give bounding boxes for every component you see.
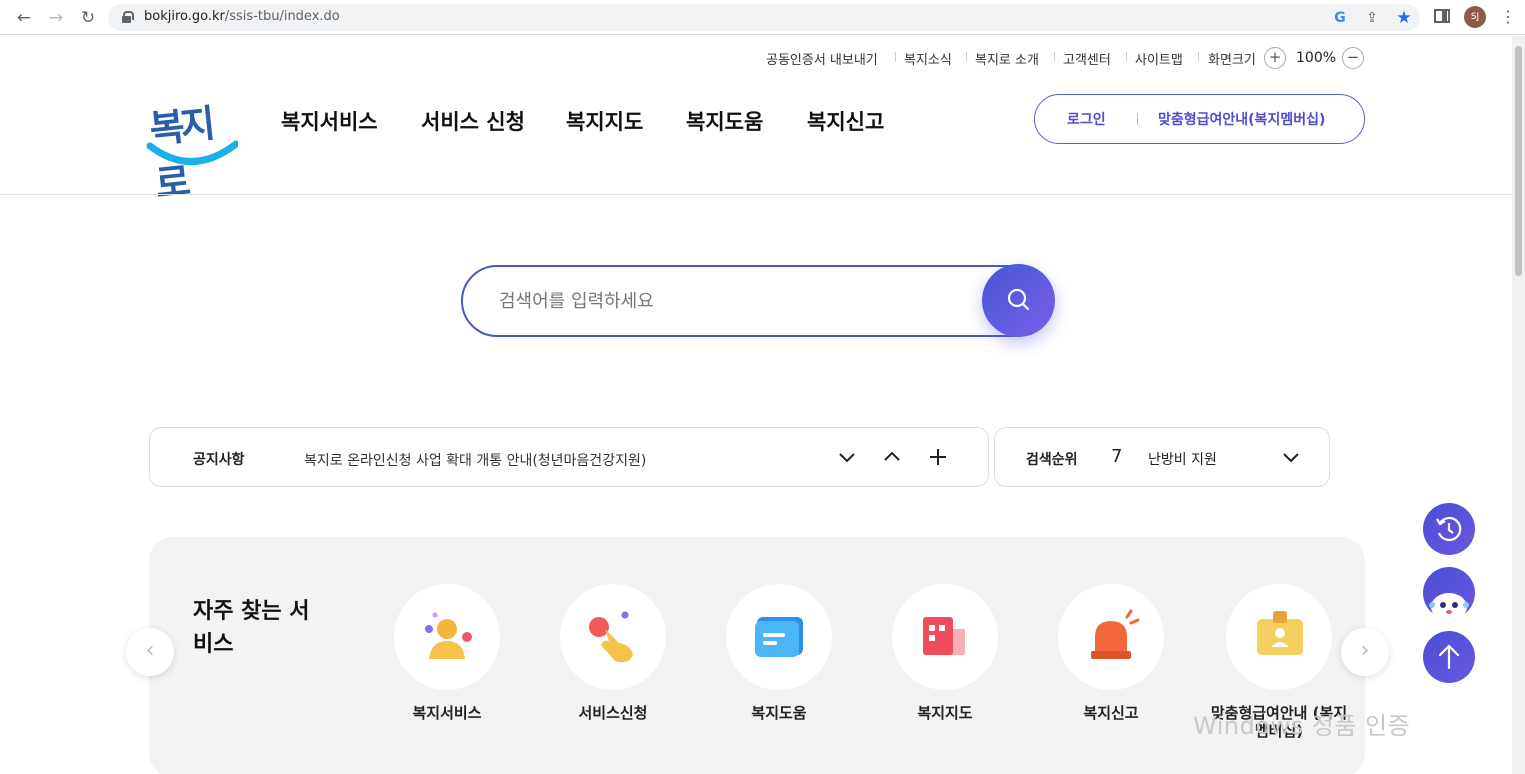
person-icon <box>425 612 472 659</box>
login-box: 로그인 맞춤형급여안내(복지멤버십) <box>1034 94 1365 144</box>
back-arrow-icon[interactable]: ← <box>13 7 35 29</box>
service-label: 복지서비스 <box>412 704 482 722</box>
gnb-welfare-report[interactable]: 복지신고 <box>807 106 884 136</box>
util-cert-export[interactable]: 공동인증서 내보내기 <box>766 49 878 68</box>
search-rank-keyword[interactable]: 난방비 지원 <box>1148 449 1217 469</box>
membership-button[interactable]: 맞춤형급여안내(복지멤버십) <box>1158 109 1325 129</box>
service-welfare-service[interactable]: 복지서비스 <box>372 584 522 744</box>
next-arrow-button[interactable]: › <box>1341 628 1389 676</box>
chevron-up-icon[interactable] <box>881 446 903 468</box>
notice-bar: 공지사항 복지로 온라인신청 사업 확대 개통 안내(청년마음건강지원) <box>149 427 989 487</box>
url-path: /ssis-tbu/index.do <box>224 9 340 24</box>
service-label: 복지신고 <box>1083 704 1139 722</box>
service-icon-circle <box>394 584 500 690</box>
util-screen-size-label: 화면크기 <box>1208 53 1256 68</box>
search-input[interactable] <box>499 286 959 316</box>
service-label: 복지지도 <box>917 704 973 722</box>
frequent-services-title: 자주 찾는 서비스 <box>193 599 310 657</box>
service-welfare-map[interactable]: 복지지도 <box>870 584 1020 744</box>
history-icon <box>1436 516 1462 542</box>
service-welfare-help[interactable]: 복지도움 <box>704 584 854 744</box>
windows-activation-watermark: Windows 정품 인증 <box>1193 712 1411 740</box>
notice-text[interactable]: 복지로 온라인신청 사업 확대 개통 안내(청년마음건강지원) <box>304 450 646 470</box>
bokjiro-logo[interactable]: 복지로 <box>146 92 242 206</box>
scroll-top-button[interactable] <box>1423 631 1475 683</box>
arrow-up-icon <box>1438 644 1460 670</box>
service-icon-circle <box>1058 584 1164 690</box>
util-divider <box>966 52 967 62</box>
side-panel-icon[interactable] <box>1434 9 1450 23</box>
service-icon-circle <box>726 584 832 690</box>
id-card-icon <box>1257 611 1303 655</box>
util-news[interactable]: 복지소식 <box>904 49 952 68</box>
header-divider <box>0 194 1512 195</box>
chatbot-button[interactable] <box>1423 567 1475 621</box>
logo-smile-icon <box>146 140 238 165</box>
util-divider <box>1198 52 1199 62</box>
login-button[interactable]: 로그인 <box>1067 109 1106 129</box>
gnb-welfare-service[interactable]: 복지서비스 <box>281 106 378 136</box>
address-bar[interactable]: bokjiro.go.kr/ssis-tbu/index.do G ⇪ ★ <box>108 4 1420 31</box>
chat-bubble-icon <box>755 617 803 657</box>
siren-icon <box>1091 609 1140 659</box>
zoom-in-button[interactable]: + <box>1264 47 1286 69</box>
gnb-service-apply[interactable]: 서비스 신청 <box>421 106 525 136</box>
search-icon <box>1007 288 1030 311</box>
prev-arrow-button[interactable]: ‹ <box>126 628 174 676</box>
search-box <box>461 264 1055 337</box>
util-customer-center[interactable]: 고객센터 <box>1063 49 1111 68</box>
plus-icon[interactable] <box>927 446 949 468</box>
tap-hand-icon <box>589 611 633 663</box>
frequent-services-panel: 자주 찾는 서비스 복지서비스 서비스신청 복지도움 복지지도 복지신고 맞춤형… <box>149 537 1365 774</box>
browser-toolbar: ← → ↻ bokjiro.go.kr/ssis-tbu/index.do G … <box>0 0 1525 35</box>
search-rank-number: 7 <box>1111 446 1123 467</box>
service-label: 서비스신청 <box>578 704 648 722</box>
service-icon-circle <box>1226 584 1332 690</box>
util-divider <box>1126 52 1127 62</box>
url-domain: bokjiro.go.kr <box>144 9 225 24</box>
page: 공동인증서 내보내기 복지소식 복지로 소개 고객센터 사이트맵 화면크기 + … <box>0 36 1512 774</box>
chatbot-icon <box>1429 593 1469 621</box>
login-divider <box>1137 114 1138 125</box>
search-rank-bar: 검색순위 7 난방비 지원 <box>994 427 1330 487</box>
service-icon-circle <box>560 584 666 690</box>
forward-arrow-icon[interactable]: → <box>45 7 67 29</box>
search-button[interactable] <box>982 264 1055 337</box>
chevron-down-icon[interactable] <box>1280 446 1302 468</box>
search-rank-title: 검색순위 <box>1026 452 1078 468</box>
util-divider <box>895 52 896 62</box>
recent-history-button[interactable] <box>1423 503 1475 555</box>
bookmark-star-icon[interactable]: ★ <box>1394 8 1414 28</box>
util-about[interactable]: 복지로 소개 <box>975 49 1039 68</box>
gnb-welfare-help[interactable]: 복지도움 <box>686 106 763 136</box>
notice-title: 공지사항 <box>193 452 245 468</box>
gnb-welfare-map[interactable]: 복지지도 <box>566 106 643 136</box>
service-apply[interactable]: 서비스신청 <box>538 584 688 744</box>
lock-icon <box>122 11 134 23</box>
page-scrollbar[interactable] <box>1512 36 1525 774</box>
reload-icon[interactable]: ↻ <box>77 7 99 29</box>
chevron-down-icon[interactable] <box>836 446 858 468</box>
url-text: bokjiro.go.kr/ssis-tbu/index.do <box>144 9 340 24</box>
scrollbar-thumb[interactable] <box>1515 46 1522 276</box>
service-welfare-report[interactable]: 복지신고 <box>1036 584 1186 744</box>
share-icon[interactable]: ⇪ <box>1362 8 1382 28</box>
util-sitemap[interactable]: 사이트맵 <box>1135 49 1183 68</box>
google-translate-icon[interactable]: G <box>1330 8 1350 28</box>
zoom-value: 100% <box>1296 50 1337 66</box>
building-icon <box>923 617 965 655</box>
service-icon-circle <box>892 584 998 690</box>
profile-avatar[interactable]: SJ <box>1464 6 1486 28</box>
zoom-out-button[interactable]: − <box>1342 47 1364 69</box>
util-divider <box>1054 52 1055 62</box>
kebab-menu-icon[interactable]: ⋮ <box>1500 7 1516 27</box>
service-label: 복지도움 <box>751 704 807 722</box>
